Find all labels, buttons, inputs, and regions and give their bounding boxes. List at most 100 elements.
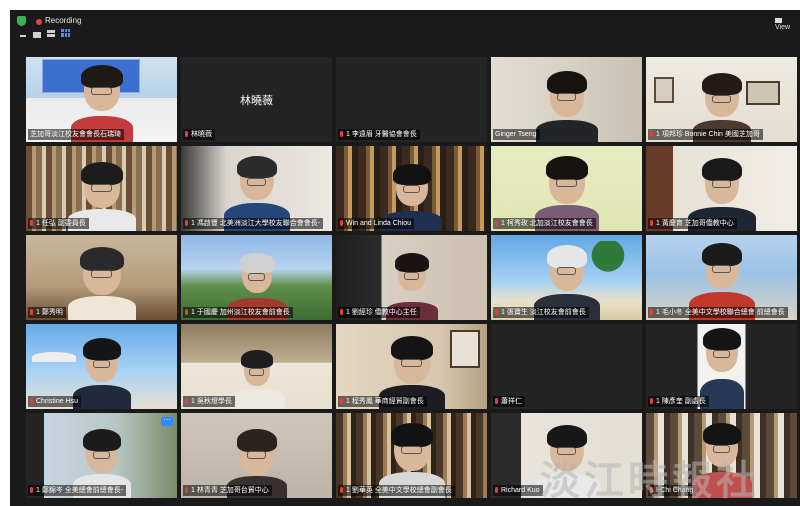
participant-tile[interactable]: ··· 1 鄭錦岑 全美總會前總會長-	[26, 413, 177, 498]
participant-face	[702, 328, 741, 372]
participant-tile[interactable]: 1 柯秀玫 北加淡江校友會會長	[491, 146, 642, 231]
participant-tile[interactable]: 1 任弘 副委員長	[26, 146, 177, 231]
mic-muted-icon	[495, 398, 498, 404]
participant-tile[interactable]: 芝加哥淡江校友會會長石瑞琦	[26, 57, 177, 142]
participant-face	[80, 65, 123, 111]
participant-name-label: 1 毛小冬 全美中文學校聯合總會 前總會長	[648, 307, 788, 318]
participant-face	[236, 156, 277, 200]
participant-face	[390, 423, 433, 471]
participant-tile[interactable]: 1 張寶生 淡江校友會前會長	[491, 235, 642, 320]
participant-tile[interactable]: 蕭祥仁	[491, 324, 642, 409]
participant-tile[interactable]: 林曉薇 林曉薇	[181, 57, 332, 142]
participant-face	[82, 338, 121, 382]
mic-muted-icon	[30, 487, 33, 493]
mic-muted-icon	[650, 398, 653, 404]
mic-muted-icon	[185, 131, 188, 137]
participant-tile[interactable]: 1 林青青 芝加哥台貿中心	[181, 413, 332, 498]
participant-face	[390, 336, 433, 384]
mic-muted-icon	[30, 220, 33, 226]
participant-name-label: 1 程秀鳳 華商經貿副會長	[338, 396, 427, 407]
participant-tile[interactable]: 1 黃慶育 芝加哥僑教中心	[646, 146, 797, 231]
participant-tile[interactable]: 1 陳彥奎 副處長	[646, 324, 797, 409]
participant-name-label: Ginger Tseng	[493, 129, 540, 140]
participant-name-label: 1 柯秀玫 北加淡江校友會會長	[493, 218, 596, 229]
participant-name-label: 1 任弘 副委員長	[28, 218, 89, 229]
view-button[interactable]: View	[775, 17, 800, 31]
watermark: 淡江時報社	[540, 457, 760, 504]
participant-face	[545, 156, 588, 204]
participant-name-label: 蕭祥仁	[493, 396, 525, 407]
mic-muted-icon	[340, 309, 343, 315]
participant-tile-active-speaker[interactable]: 1 毛小冬 全美中文學校聯合總會 前總會長	[646, 235, 797, 320]
participant-tile[interactable]: 1 鄭秀明	[26, 235, 177, 320]
participant-face	[701, 243, 742, 289]
participant-face	[79, 247, 124, 295]
participant-name-label: 1 張寶生 淡江校友會前會長	[493, 307, 589, 318]
participant-face	[392, 164, 431, 206]
participant-name-label: Win and Linda Chiou	[338, 218, 414, 229]
gallery-grid: 芝加哥淡江校友會會長石瑞琦 林曉薇 林曉薇 1 李遠眉 牙醫協會會長 Ginge…	[26, 57, 800, 506]
participant-name-label: 1 鄭錦岑 全美總會前總會長-	[28, 485, 127, 496]
participant-face	[82, 429, 121, 473]
mic-muted-icon	[185, 487, 188, 493]
mic-muted-icon	[650, 309, 653, 315]
participant-tile[interactable]: 1 劉經珍 僑教中心主任	[336, 235, 487, 320]
participant-face	[701, 158, 742, 204]
shield-icon[interactable]	[17, 16, 26, 26]
meeting-window: Recording View 芝加哥淡江校友會會長石瑞琦 林曉薇 林曉薇 1 李…	[10, 10, 800, 506]
participant-tile[interactable]: Win and Linda Chiou	[336, 146, 487, 231]
participant-face	[394, 253, 429, 291]
participant-face	[546, 71, 587, 117]
mic-muted-icon	[495, 220, 498, 226]
participant-face	[80, 162, 123, 208]
participant-tile[interactable]: 1 劉華英 全美中文學校總會副會長	[336, 413, 487, 498]
mic-muted-icon	[185, 309, 188, 315]
participant-tile[interactable]: 1 吳秋燈學長	[181, 324, 332, 409]
mic-muted-icon	[30, 398, 33, 404]
meeting-toolbar: Recording View	[10, 10, 800, 44]
participant-name-label: 1 于國慶 加州淡江校友會前會長	[183, 307, 293, 318]
participant-name-label: 1 陳彥奎 副處長	[648, 396, 709, 407]
participant-name-label: 1 鄭秀明	[28, 307, 66, 318]
mic-muted-icon	[185, 398, 188, 404]
participant-name-label: 1 黃慶育 芝加哥僑教中心	[648, 218, 737, 229]
mic-muted-icon	[495, 487, 498, 493]
participant-face	[546, 245, 587, 291]
mic-muted-icon	[340, 487, 343, 493]
more-options-button[interactable]: ···	[161, 416, 173, 426]
mic-muted-icon	[495, 309, 498, 315]
mic-muted-icon	[30, 309, 33, 315]
participant-name-label: 林曉薇	[183, 129, 215, 140]
participant-tile[interactable]: Ginger Tseng	[491, 57, 642, 142]
speaker-view-icon[interactable]	[33, 32, 41, 38]
recording-icon	[36, 19, 42, 25]
participant-tile[interactable]: Christine Hsu	[26, 324, 177, 409]
participant-name-label: 1 馮啟豐 北美洲淡江大學校友聯合會會長-	[183, 218, 324, 229]
participant-name-label: Christine Hsu	[28, 396, 82, 407]
mic-muted-icon	[650, 131, 653, 137]
gallery-view-icon[interactable]	[61, 29, 70, 37]
participant-face	[701, 73, 742, 117]
mic-muted-icon	[340, 220, 343, 226]
participant-name-label: 1 劉華英 全美中文學校總會副會長	[338, 485, 455, 496]
mic-muted-icon	[340, 131, 343, 137]
participant-name-label: 芝加哥淡江校友會會長石瑞琦	[28, 129, 124, 140]
participant-face	[238, 253, 275, 293]
mic-muted-icon	[185, 220, 188, 226]
participant-name-label: 1 李遠眉 牙醫協會會長	[338, 129, 420, 140]
participant-tile[interactable]: 1 于國慶 加州淡江校友會前會長	[181, 235, 332, 320]
participant-tile[interactable]: 1 李遠眉 牙醫協會會長	[336, 57, 487, 142]
participant-tile[interactable]: 1 馮啟豐 北美洲淡江大學校友聯合會會長-	[181, 146, 332, 231]
mic-muted-icon	[650, 220, 653, 226]
participant-name-label: 1 項邦珍 Bonnie Chin 美國芝加哥	[648, 129, 763, 140]
participant-name-label: 1 劉經珍 僑教中心主任	[338, 307, 420, 318]
strip-view-icon[interactable]	[47, 30, 55, 37]
mic-muted-icon	[340, 398, 343, 404]
participant-face	[240, 350, 273, 386]
recording-label: Recording	[45, 16, 82, 25]
participant-name-label: 1 吳秋燈學長	[183, 396, 235, 407]
participant-tile[interactable]: 1 程秀鳳 華商經貿副會長	[336, 324, 487, 409]
participant-name-label: 1 林青青 芝加哥台貿中心	[183, 485, 272, 496]
participant-tile[interactable]: 1 項邦珍 Bonnie Chin 美國芝加哥	[646, 57, 797, 142]
minimize-icon[interactable]	[20, 35, 26, 37]
